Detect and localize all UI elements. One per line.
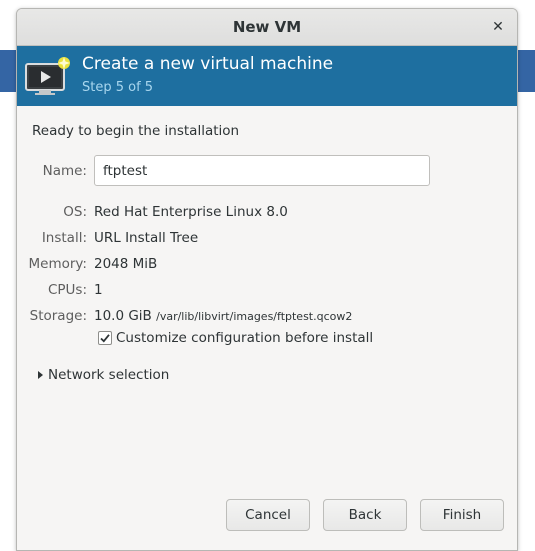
vm-monitor-icon — [25, 57, 70, 95]
os-label: OS: — [63, 204, 87, 220]
customize-checkbox-label: Customize configuration before install — [116, 330, 374, 346]
cpus-value: 1 — [94, 282, 103, 298]
vm-name-input[interactable] — [94, 155, 430, 186]
background-window-strip — [515, 50, 535, 92]
storage-size: 10.0 GiB — [94, 308, 152, 324]
cpus-label: CPUs: — [47, 282, 87, 298]
check-icon — [100, 334, 110, 343]
network-selection-label: Network selection — [48, 367, 170, 383]
memory-value: 2048 MiB — [94, 256, 158, 272]
storage-path: /var/lib/libvirt/images/ftptest.qcow2 — [156, 310, 353, 323]
background-window-strip — [0, 50, 17, 92]
ready-message: Ready to begin the installation — [32, 123, 240, 139]
banner-heading: Create a new virtual machine — [82, 54, 334, 74]
install-value: URL Install Tree — [94, 230, 199, 246]
customize-checkbox[interactable] — [98, 331, 112, 345]
memory-label: Memory: — [28, 256, 87, 272]
storage-label: Storage: — [29, 308, 87, 324]
install-label: Install: — [41, 230, 87, 246]
storage-value: 10.0 GiB /var/lib/libvirt/images/ftptest… — [94, 308, 352, 324]
wizard-banner: Create a new virtual machine Step 5 of 5 — [17, 46, 517, 106]
dialog-content: Ready to begin the installation Name: OS… — [17, 106, 517, 550]
cancel-button[interactable]: Cancel — [226, 499, 310, 531]
network-selection-expander[interactable]: Network selection — [36, 365, 169, 385]
window-title: New VM — [232, 18, 302, 36]
step-indicator: Step 5 of 5 — [82, 80, 154, 95]
triangle-right-icon — [38, 371, 43, 379]
title-bar: New VM ✕ — [17, 9, 517, 46]
name-label: Name: — [42, 163, 87, 179]
customize-checkbox-row[interactable]: Customize configuration before install — [98, 329, 373, 347]
os-value: Red Hat Enterprise Linux 8.0 — [94, 204, 288, 220]
finish-button[interactable]: Finish — [420, 499, 504, 531]
back-button[interactable]: Back — [323, 499, 407, 531]
close-icon[interactable]: ✕ — [489, 18, 507, 36]
new-vm-dialog: New VM ✕ Create a new virtual machine St… — [16, 8, 518, 551]
